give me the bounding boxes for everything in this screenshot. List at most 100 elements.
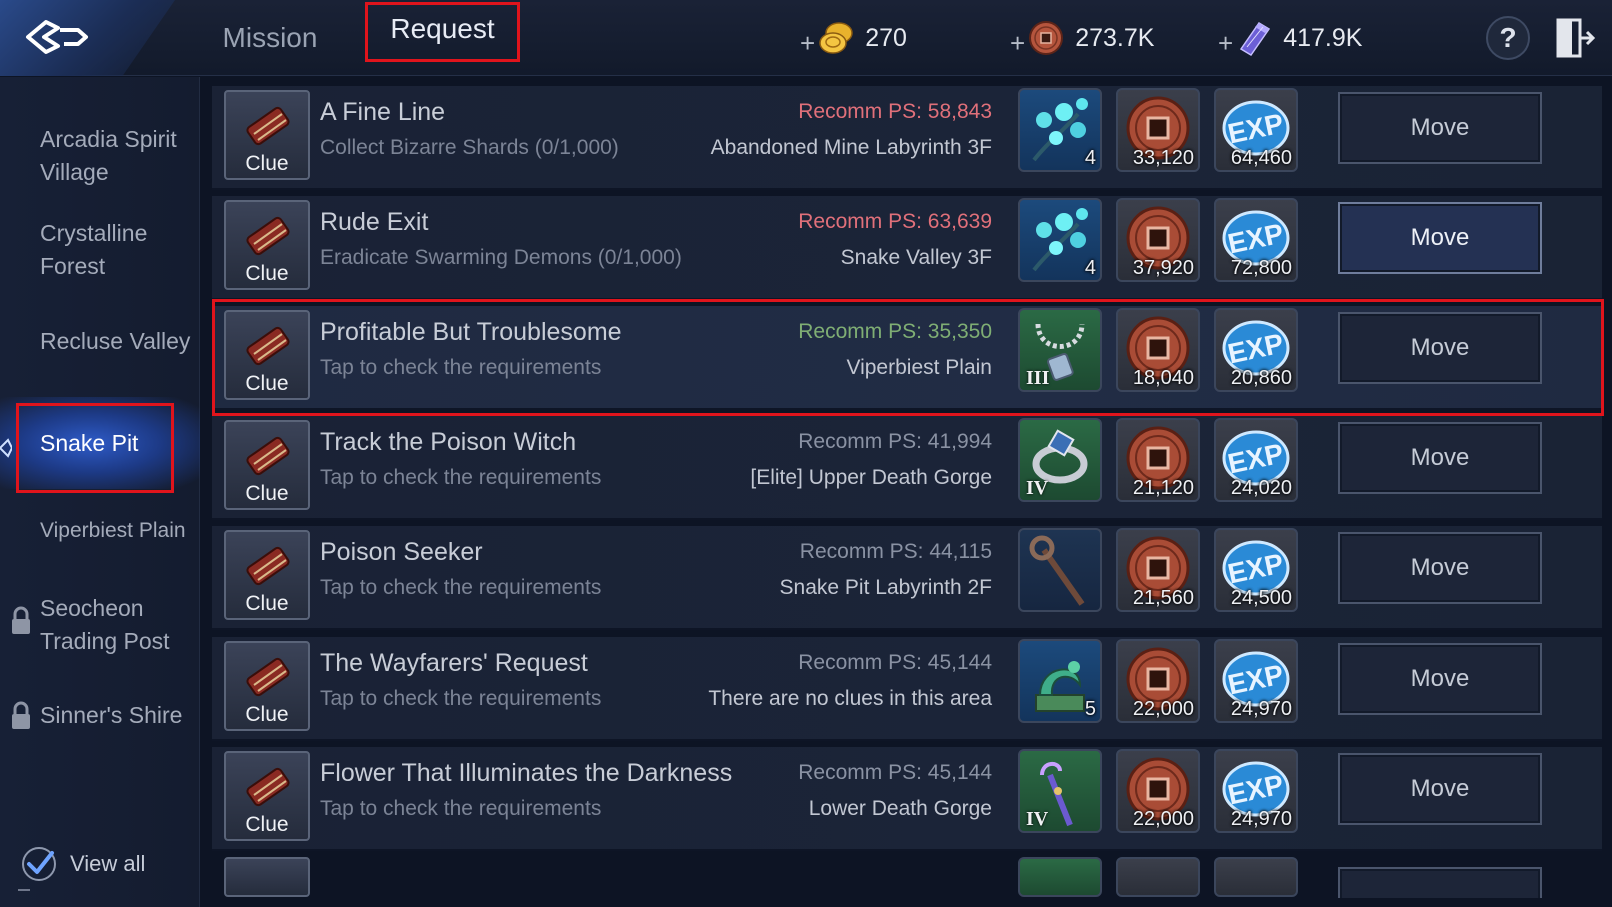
reward-slot[interactable]: 33,120 [1116, 88, 1200, 172]
move-button [1338, 867, 1542, 898]
quest-objective[interactable]: Collect Bizarre Shards (0/1,000) [320, 136, 619, 160]
exit-icon[interactable] [1552, 16, 1596, 60]
reward-slot[interactable]: EXP 24,500 [1214, 528, 1298, 612]
check-icon [22, 847, 56, 881]
move-button[interactable]: Move [1338, 532, 1542, 604]
reward-amount: 24,020 [1230, 477, 1292, 499]
staff-icon [1029, 535, 1085, 606]
clue-scroll-icon [246, 546, 290, 586]
reward-slot[interactable]: 5 [1018, 639, 1102, 723]
recommended-power: Recomm PS: 45,144 [798, 651, 992, 674]
reward-slot[interactable]: 21,560 [1116, 528, 1200, 612]
gold-amount: 270 [865, 23, 907, 52]
move-button[interactable]: Move [1338, 202, 1542, 274]
bronze-coin-icon [1029, 21, 1064, 55]
quest-title: Track the Poison Witch [320, 428, 577, 456]
quest-objective[interactable]: Tap to check the requirements [320, 687, 601, 711]
tab-request[interactable]: Request [365, 2, 520, 62]
clue-button[interactable]: Clue [224, 641, 310, 731]
move-button[interactable]: Move [1338, 643, 1542, 715]
tab-mission[interactable]: Mission [210, 14, 330, 62]
reward-slot[interactable]: EXP 24,970 [1214, 639, 1298, 723]
recommended-power: Recomm PS: 58,843 [798, 100, 992, 123]
quest-objective[interactable]: Tap to check the requirements [320, 797, 601, 821]
clue-label: Clue [245, 703, 289, 726]
reward-slot[interactable] [1018, 528, 1102, 612]
quest-row[interactable]: Clue Track the Poison Witch Tap to check t… [212, 416, 1602, 520]
clue-button[interactable]: Clue [224, 90, 310, 180]
quest-row[interactable]: Clue Flower That Illuminates the Darkness… [212, 747, 1602, 851]
clue-button[interactable]: Clue [224, 200, 310, 290]
quest-location: Snake Pit Labyrinth 2F [779, 576, 992, 599]
reward-tier: IV [1026, 808, 1049, 830]
reward-amount: 37,920 [1132, 257, 1194, 279]
reward-slot[interactable]: EXP 64,460 [1214, 88, 1298, 172]
move-button[interactable]: Move [1338, 753, 1542, 825]
quest-list[interactable]: Clue A Fine Line Collect Bizarre Shards (0… [212, 86, 1602, 898]
clue-label: Clue [245, 262, 289, 285]
add-crystal-button[interactable]: + [1218, 28, 1233, 59]
reward-slot[interactable]: EXP 72,800 [1214, 198, 1298, 282]
quest-objective[interactable]: Tap to check the requirements [320, 466, 601, 490]
reward-amount: 24,500 [1230, 587, 1292, 609]
sidebar-item-recluse-valley[interactable]: Recluse Valley [0, 325, 200, 365]
quest-objective[interactable]: Eradicate Swarming Demons (0/1,000) [320, 246, 682, 270]
sidebar-item-seocheon-trading-post[interactable]: Seocheon Trading Post [0, 592, 200, 662]
clue-scroll-icon [246, 436, 290, 476]
sidebar-item-label: Recluse Valley [40, 328, 191, 354]
active-diamond-icon [0, 438, 12, 458]
bronze-currency[interactable]: + 273.7K [1010, 18, 1154, 58]
reward-slot[interactable]: 22,000 [1116, 749, 1200, 833]
clue-button[interactable]: Clue [224, 530, 310, 620]
back-logo-icon[interactable] [24, 14, 94, 60]
sidebar-item-label: Viperbiest Plain [40, 519, 186, 542]
clue-button[interactable]: Clue [224, 420, 310, 510]
sidebar-item-sinners-shire[interactable]: Sinner's Shire [0, 699, 200, 739]
crystal-currency[interactable]: + 417.9K [1218, 18, 1362, 58]
sidebar-item-viperbiest-plain[interactable]: Viperbiest Plain [0, 514, 200, 554]
quest-row[interactable]: Clue The Wayfarers' Request Tap to check t… [212, 637, 1602, 741]
reward-slot[interactable]: 4 [1018, 198, 1102, 282]
move-button[interactable]: Move [1338, 92, 1542, 164]
lock-icon [12, 606, 30, 634]
move-button[interactable]: Move [1338, 422, 1542, 494]
reward-slot[interactable]: EXP 24,970 [1214, 749, 1298, 833]
help-button[interactable]: ? [1486, 16, 1530, 60]
active-sidebar-highlight [16, 403, 174, 493]
reward-slot[interactable]: 37,920 [1116, 198, 1200, 282]
sidebar-scroll-hint [18, 889, 30, 893]
reward-amount: 4 [1084, 257, 1096, 279]
quest-row[interactable]: Clue Rude Exit Eradicate Swarming Demons (… [212, 196, 1602, 300]
reward-slot[interactable]: IV [1018, 418, 1102, 502]
reward-slot[interactable]: IV [1018, 749, 1102, 833]
reward-slot[interactable]: 4 [1018, 88, 1102, 172]
add-bronze-button[interactable]: + [1010, 28, 1025, 59]
reward-slot [1018, 857, 1102, 897]
add-gold-button[interactable]: + [800, 28, 815, 59]
quest-row[interactable]: Clue A Fine Line Collect Bizarre Shards (0… [212, 86, 1602, 190]
top-bar: Mission Request + 270 + 273.7K + 417.9K … [0, 0, 1612, 76]
sidebar-item-label: Arcadia Spirit Village [40, 126, 177, 185]
reward-amount: 33,120 [1132, 147, 1194, 169]
crystal-amount: 417.9K [1283, 23, 1363, 52]
quest-row-partial [212, 857, 1602, 898]
quest-location: There are no clues in this area [708, 687, 992, 710]
reward-amount: 21,120 [1132, 477, 1194, 499]
reward-amount: 64,460 [1230, 147, 1292, 169]
clue-button[interactable]: Clue [224, 751, 310, 841]
quest-row[interactable]: Clue Poison Seeker Tap to check the requir… [212, 526, 1602, 630]
reward-slot[interactable]: 21,120 [1116, 418, 1200, 502]
view-all-toggle[interactable]: View all [20, 845, 145, 883]
recommended-power: Recomm PS: 63,639 [798, 210, 992, 233]
sidebar-item-crystalline-forest[interactable]: Crystalline Forest [0, 217, 200, 287]
quest-objective[interactable]: Tap to check the requirements [320, 576, 601, 600]
clue-scroll-icon [246, 106, 290, 146]
crystal-icon [1240, 21, 1271, 57]
quest-title: Rude Exit [320, 208, 429, 236]
lock-icon [12, 701, 30, 729]
gold-currency[interactable]: + 270 [800, 18, 907, 58]
sidebar-item-label: Crystalline Forest [40, 220, 148, 279]
reward-slot[interactable]: EXP 24,020 [1214, 418, 1298, 502]
sidebar-item-arcadia-spirit-village[interactable]: Arcadia Spirit Village [0, 123, 200, 193]
reward-slot[interactable]: 22,000 [1116, 639, 1200, 723]
